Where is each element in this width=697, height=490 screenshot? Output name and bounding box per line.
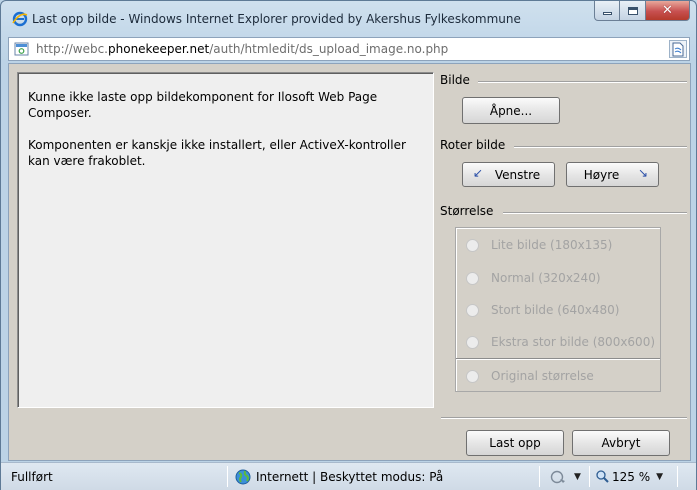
size-option-small[interactable]: Lite bilde (180x135) (466, 236, 612, 254)
minimize-button[interactable] (594, 1, 620, 21)
close-button[interactable]: ✕ (646, 1, 690, 21)
chevron-down-icon: ▼ (656, 471, 664, 482)
url-domain: phonekeeper.net (108, 42, 210, 56)
url-prefix: http://webc. (36, 42, 108, 56)
component-error-panel: Kunne ikke laste opp bildekomponent for … (17, 72, 434, 408)
address-bar: http://webc.phonekeeper.net/auth/htmledi… (8, 37, 690, 61)
rotate-left-label: Venstre (494, 167, 541, 182)
status-divider (227, 466, 228, 487)
radio-button[interactable] (466, 271, 479, 285)
rotate-right-label: Høyre (583, 167, 620, 182)
security-zone-label: Internett | Beskyttet modus: På (256, 469, 444, 484)
rotate-right-icon: ↘ (637, 166, 648, 180)
size-divider (503, 212, 687, 214)
size-option-label: Lite bilde (180x135) (491, 238, 613, 252)
window-title: Last opp bilde - Windows Internet Explor… (32, 12, 521, 26)
globe-icon (235, 469, 251, 485)
bilde-divider (478, 81, 687, 83)
rotate-divider (514, 146, 687, 148)
dialog-content: Kunne ikke laste opp bildekomponent for … (8, 63, 691, 461)
status-divider (539, 466, 540, 487)
rotate-left-icon: ↙ (473, 166, 484, 180)
upload-button[interactable]: Last opp (466, 430, 564, 456)
size-option-original[interactable]: Original størrelse (466, 367, 594, 385)
radio-button[interactable] (466, 238, 479, 252)
size-option-label: Ekstra stor bilde (800x600) (491, 335, 656, 349)
window-controls: ✕ (594, 1, 690, 21)
radio-button[interactable] (466, 303, 479, 317)
status-done: Fullført (11, 469, 53, 484)
rotate-left-button[interactable]: ↙ Venstre (462, 162, 555, 187)
status-divider (677, 466, 678, 487)
actions-divider (441, 417, 687, 419)
size-options-group: Lite bilde (180x135) Normal (320x240) St… (455, 227, 661, 392)
size-option-label: Original størrelse (491, 369, 594, 383)
open-image-button[interactable]: Åpne... (462, 97, 560, 124)
size-option-normal[interactable]: Normal (320x240) (466, 269, 601, 287)
radio-button[interactable] (466, 369, 479, 383)
size-option-label: Normal (320x240) (491, 271, 601, 285)
title-bar[interactable]: Last opp bilde - Windows Internet Explor… (1, 1, 696, 35)
cancel-button[interactable]: Avbryt (572, 430, 670, 456)
cancel-label: Avbryt (601, 436, 641, 450)
ie-icon (12, 11, 28, 27)
address-url[interactable]: http://webc.phonekeeper.net/auth/htmledi… (36, 42, 448, 56)
size-option-extra-large[interactable]: Ekstra stor bilde (800x600) (466, 333, 655, 351)
status-divider (589, 466, 590, 487)
security-zone[interactable]: Internett | Beskyttet modus: På (235, 463, 443, 490)
page-icon (672, 42, 684, 57)
error-message-line-1: Kunne ikke laste opp bildekomponent for … (28, 90, 378, 120)
zoom-icon (596, 470, 609, 483)
status-bar: Fullført Internett | Beskyttet modus: På… (1, 462, 696, 490)
minimize-icon (602, 12, 612, 15)
close-icon: ✕ (662, 3, 673, 18)
size-option-label: Stort bilde (640x480) (491, 303, 620, 317)
protected-mode-button[interactable]: ▼ (550, 463, 581, 490)
page-favicon-icon (14, 42, 29, 56)
zoom-level: 125 % (612, 469, 651, 484)
size-options-separator (456, 358, 660, 360)
error-message-line-2: Komponenten er kanskje ikke installert, … (28, 138, 406, 168)
browser-popup-window: Last opp bilde - Windows Internet Explor… (0, 0, 697, 490)
url-path: /auth/htmledit/ds_upload_image.no.php (209, 42, 449, 56)
maximize-button[interactable] (620, 1, 646, 21)
bilde-section-label: Bilde (440, 73, 470, 87)
size-option-large[interactable]: Stort bilde (640x480) (466, 301, 620, 319)
size-section-label: Størrelse (440, 204, 494, 218)
zoom-control[interactable]: 125 % ▼ (596, 463, 663, 490)
upload-label: Last opp (489, 436, 541, 450)
radio-button[interactable] (466, 335, 479, 349)
maximize-icon (627, 6, 638, 15)
chevron-down-icon: ▼ (574, 471, 581, 482)
page-icon-button[interactable] (669, 40, 687, 58)
rotate-section-label: Roter bilde (440, 138, 506, 152)
open-image-label: Åpne... (489, 103, 533, 118)
rotate-right-button[interactable]: Høyre ↘ (566, 162, 659, 187)
security-icon (550, 470, 568, 484)
